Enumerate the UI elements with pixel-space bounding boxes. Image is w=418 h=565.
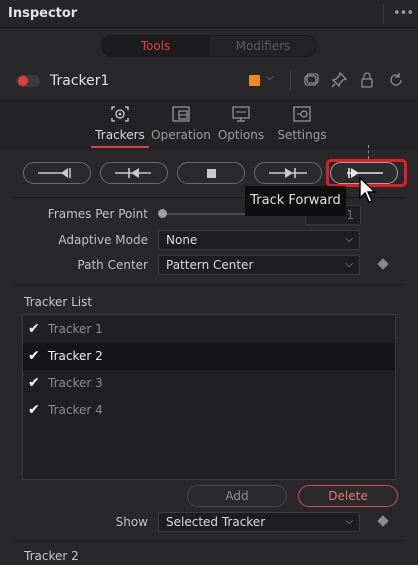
track-to-start-icon xyxy=(38,168,71,178)
track-to-start-button[interactable] xyxy=(23,162,91,184)
chevron-down-icon: ⌵ xyxy=(345,234,353,245)
track-forward-step-button[interactable] xyxy=(254,162,322,184)
more-dots-icon[interactable]: ••• xyxy=(393,6,414,21)
adaptive-mode-value: None xyxy=(166,233,198,247)
show-label: Show xyxy=(115,515,148,529)
node-row-divider xyxy=(290,71,291,91)
mouse-cursor-icon xyxy=(358,176,380,207)
tab-trackers-label: Trackers xyxy=(95,128,145,142)
tooltip: Track Forward xyxy=(245,186,346,216)
pin-icon[interactable] xyxy=(330,71,348,89)
node-enable-toggle-dot xyxy=(18,76,28,86)
frames-per-point-label: Frames Per Point xyxy=(47,207,148,221)
lock-icon[interactable] xyxy=(358,71,376,89)
tracker-list-item-label: Tracker 1 xyxy=(48,322,103,336)
tracker-list-item[interactable]: ✔ Tracker 1 xyxy=(23,316,395,343)
highlight-guide-line xyxy=(368,145,369,159)
adaptive-mode-label: Adaptive Mode xyxy=(58,233,148,247)
header-divider xyxy=(383,4,384,24)
tab-trackers[interactable]: Trackers xyxy=(92,102,148,146)
checkbox-check-icon[interactable]: ✔ xyxy=(28,376,42,390)
show-select[interactable]: Selected Tracker ⌵ xyxy=(158,512,360,532)
tab-settings[interactable]: Settings xyxy=(274,102,330,146)
tracker-section-label: Tracker 2 xyxy=(24,549,79,563)
versions-icon[interactable] xyxy=(302,71,320,89)
active-tab-indicator xyxy=(91,146,149,148)
chevron-down-icon: ⌵ xyxy=(345,516,353,527)
node-color-swatch[interactable] xyxy=(249,75,260,86)
section-divider xyxy=(14,284,404,285)
tracker-list-item-label: Tracker 2 xyxy=(48,349,103,363)
tab-options-label: Options xyxy=(217,128,265,142)
add-tracker-button[interactable]: Add xyxy=(187,485,287,507)
inspector-title: Inspector xyxy=(8,6,78,21)
path-center-select[interactable]: Pattern Center ⌵ xyxy=(158,255,360,275)
tab-operation-label: Operation xyxy=(151,128,211,142)
stop-tracking-button[interactable] xyxy=(177,162,245,184)
tab-settings-label: Settings xyxy=(277,128,327,142)
settings-icon xyxy=(293,106,311,122)
tracker-target-icon xyxy=(111,106,129,122)
tab-options[interactable]: Options xyxy=(214,102,268,146)
tracker-list-label: Tracker List xyxy=(24,295,93,309)
section-divider xyxy=(14,540,404,541)
modifiers-tab-button[interactable]: Modifiers xyxy=(210,36,316,56)
options-monitor-icon xyxy=(232,106,250,122)
stop-tracking-icon xyxy=(207,169,216,178)
tracker-list-item[interactable]: ✔ Tracker 4 xyxy=(23,397,395,424)
tools-tab-button[interactable]: Tools xyxy=(102,36,209,56)
operation-icon xyxy=(172,106,190,122)
frames-per-point-slider-thumb[interactable] xyxy=(158,209,167,218)
tab-operation[interactable]: Operation xyxy=(150,102,212,146)
checkbox-check-icon[interactable]: ✔ xyxy=(28,322,42,336)
path-center-label: Path Center xyxy=(77,258,148,272)
reset-icon[interactable] xyxy=(387,71,405,89)
delete-tracker-button[interactable]: Delete xyxy=(298,485,398,507)
chevron-down-icon: ⌵ xyxy=(345,259,353,270)
adaptive-mode-select[interactable]: None ⌵ xyxy=(158,230,360,250)
path-center-value: Pattern Center xyxy=(166,258,254,272)
checkbox-check-icon[interactable]: ✔ xyxy=(28,349,42,363)
tracker-list-item-label: Tracker 3 xyxy=(48,376,103,390)
track-backward-button[interactable] xyxy=(100,162,168,184)
track-backward-icon xyxy=(115,168,151,178)
chevron-down-icon[interactable]: ⌵ xyxy=(266,72,274,83)
tracker-list-item[interactable]: ✔ Tracker 2 xyxy=(23,343,395,370)
tracker-list-item-label: Tracker 4 xyxy=(48,403,103,417)
show-value: Selected Tracker xyxy=(166,515,266,529)
tracker-list-item[interactable]: ✔ Tracker 3 xyxy=(23,370,395,397)
checkbox-check-icon[interactable]: ✔ xyxy=(28,403,42,417)
node-name: Tracker1 xyxy=(50,73,110,89)
track-forward-step-icon xyxy=(269,168,307,178)
